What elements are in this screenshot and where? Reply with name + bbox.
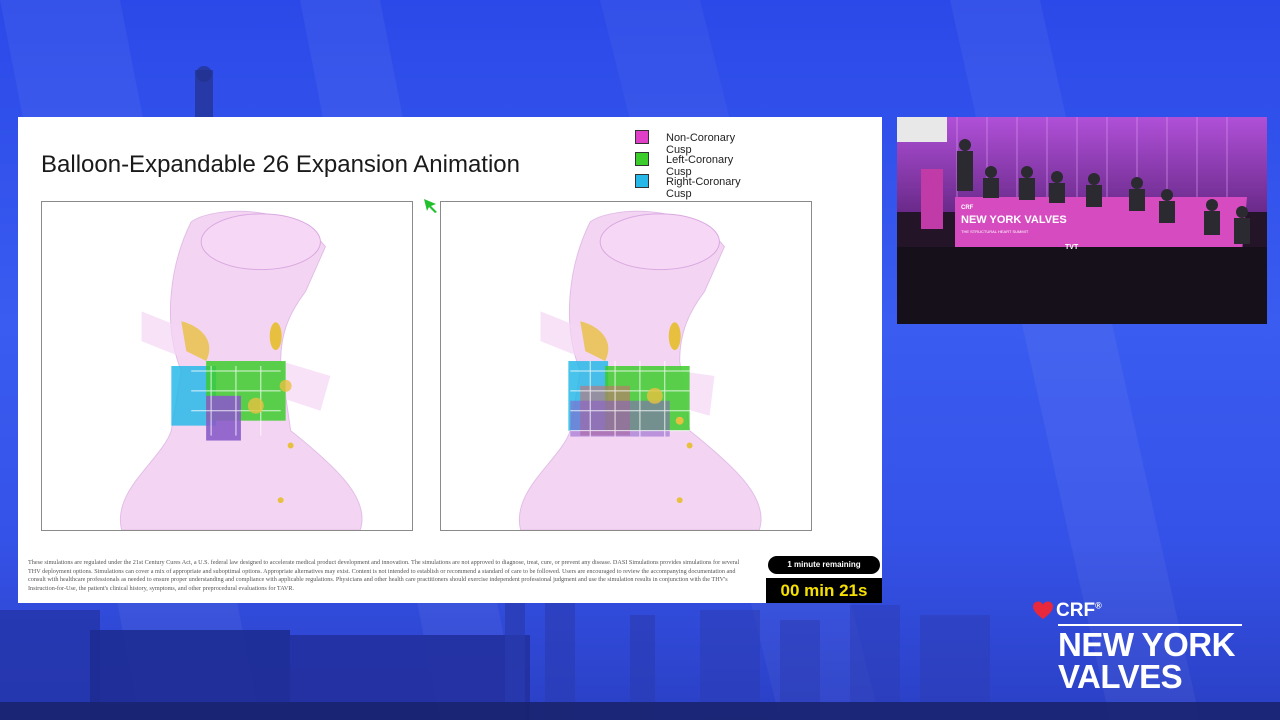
video-banner-text: NEW YORK VALVES (961, 214, 1067, 226)
countdown-timer: 00 min 21s (766, 578, 882, 603)
brand-line-1: NEW YORK (1058, 626, 1235, 663)
legend-label: Right-Coronary Cusp (666, 176, 741, 200)
legend-item-non-coronary: Non-Coronary Cusp (635, 129, 765, 156)
legend: Non-Coronary Cusp Left-Coronary Cusp Rig… (635, 129, 765, 200)
brand-line-2: VALVES (1058, 658, 1183, 695)
legend-item-right-coronary: Right-Coronary Cusp (635, 173, 765, 200)
legend-swatch (635, 130, 649, 144)
registered-mark: ® (1095, 600, 1102, 611)
heart-icon (1033, 601, 1053, 619)
presentation-slide: Balloon-Expandable 26 Expansion Animatio… (18, 117, 882, 603)
arrow-cursor-icon (424, 199, 437, 213)
valve-render-image (119, 210, 363, 530)
animation-panel-left (41, 201, 413, 531)
video-banner-subtitle: THE STRUCTURAL HEART SUMMIT (961, 229, 1029, 234)
legend-item-left-coronary: Left-Coronary Cusp (635, 151, 765, 178)
legend-swatch (635, 152, 649, 166)
timer-remaining-label: 1 minute remaining (768, 556, 880, 574)
video-crf-text: CRF (961, 205, 974, 211)
brand-crf-text: CRF (1056, 600, 1096, 621)
event-logo: CRF® NEW YORK VALVES (1032, 598, 1262, 698)
panel-stage-image: CRF NEW YORK VALVES THE STRUCTURAL HEART… (897, 117, 1267, 324)
brand-crf: CRF® (1056, 600, 1102, 622)
legend-swatch (635, 174, 649, 188)
video-tvt-text: TVT (1065, 244, 1079, 251)
disclaimer-text: These simulations are regulated under th… (28, 559, 740, 592)
live-video-feed: CRF NEW YORK VALVES THE STRUCTURAL HEART… (897, 117, 1267, 324)
valve-render-image (518, 210, 762, 530)
slide-title: Balloon-Expandable 26 Expansion Animatio… (41, 151, 521, 178)
animation-panel-right (440, 201, 812, 531)
